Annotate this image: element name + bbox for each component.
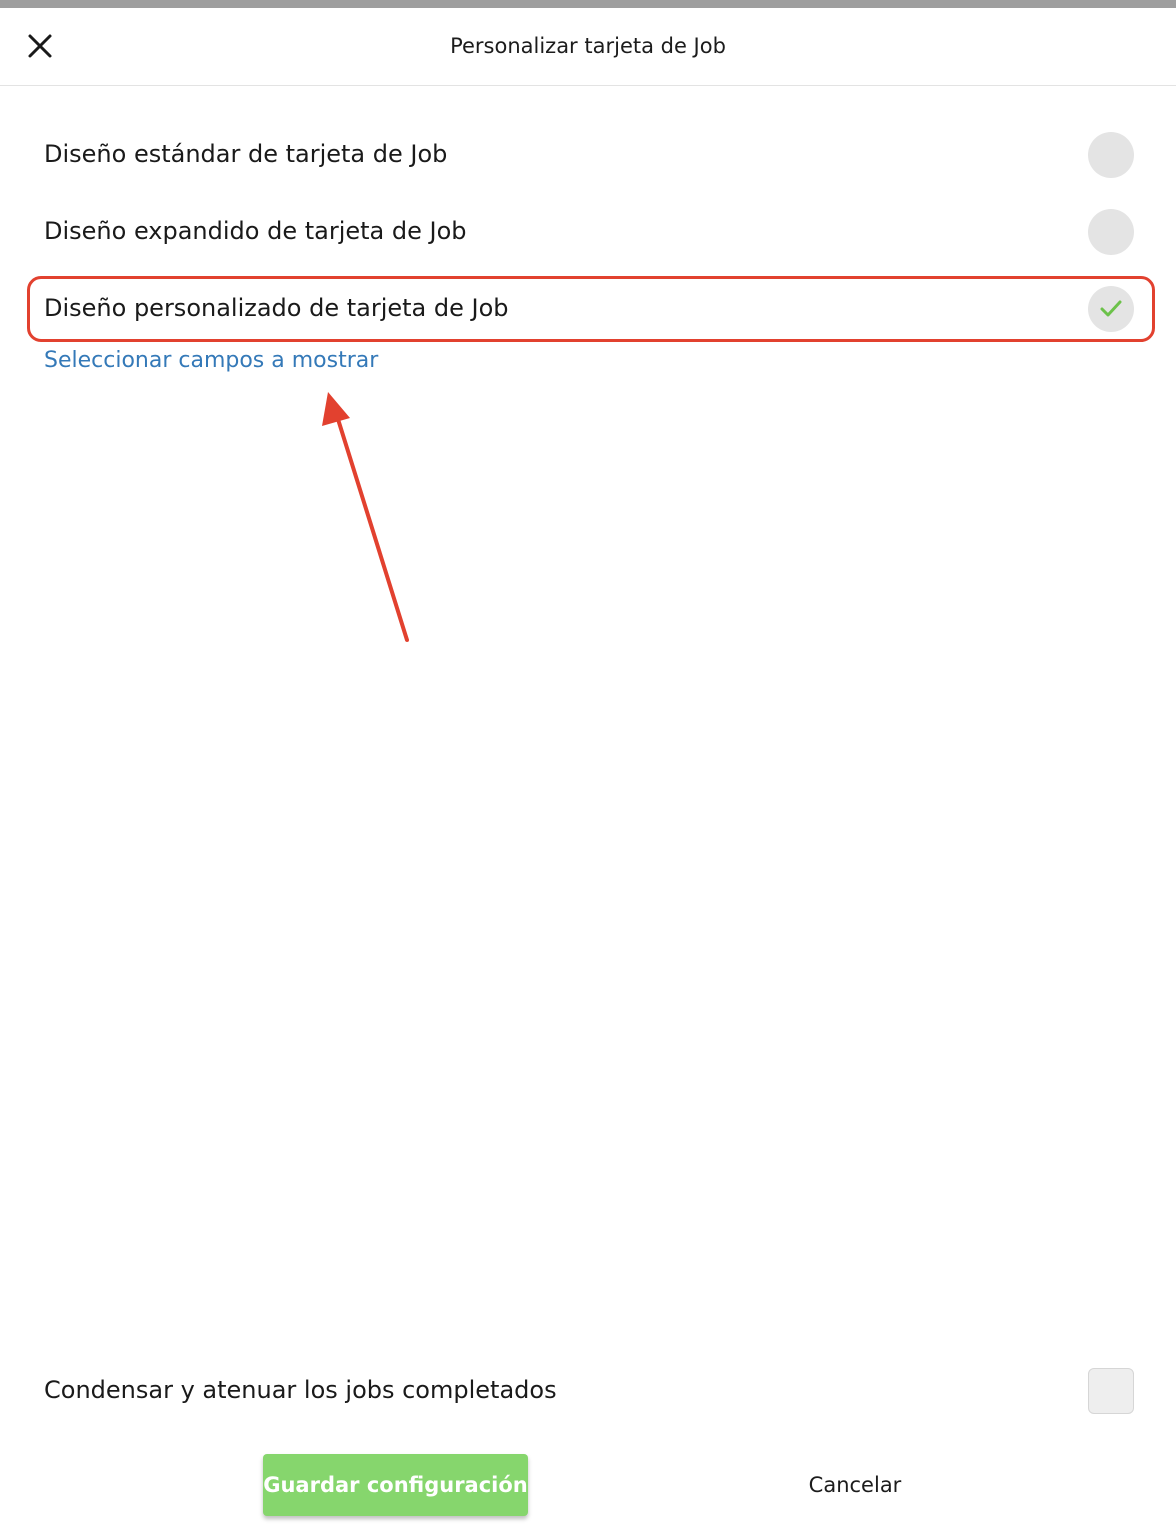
modal-title: Personalizar tarjeta de Job [450, 34, 726, 58]
option-standard-radio[interactable] [1088, 132, 1134, 178]
window-top-strip [0, 0, 1176, 8]
save-settings-button[interactable]: Guardar configuración [263, 1454, 528, 1516]
option-label: Diseño expandido de tarjeta de Job [44, 217, 467, 245]
option-label: Diseño estándar de tarjeta de Job [44, 140, 448, 168]
condense-completed-row[interactable]: Condensar y atenuar los jobs completados [30, 1360, 1154, 1424]
option-custom-radio[interactable] [1088, 286, 1134, 332]
modal-header: Personalizar tarjeta de Job [0, 8, 1176, 86]
customize-card-modal: Personalizar tarjeta de Job Diseño están… [0, 8, 1176, 1540]
condense-label: Condensar y atenuar los jobs completados [44, 1376, 557, 1404]
select-fields-link[interactable]: Seleccionar campos a mostrar [44, 348, 378, 373]
condense-checkbox[interactable] [1088, 1368, 1134, 1414]
cancel-button[interactable]: Cancelar [760, 1454, 950, 1516]
option-custom-layout[interactable]: Diseño personalizado de tarjeta de Job [30, 277, 1154, 341]
option-expanded-layout[interactable]: Diseño expandido de tarjeta de Job [30, 200, 1154, 264]
option-standard-layout[interactable]: Diseño estándar de tarjeta de Job [30, 123, 1154, 187]
option-label: Diseño personalizado de tarjeta de Job [44, 294, 509, 322]
checkmark-icon [1100, 300, 1122, 317]
option-expanded-radio[interactable] [1088, 209, 1134, 255]
